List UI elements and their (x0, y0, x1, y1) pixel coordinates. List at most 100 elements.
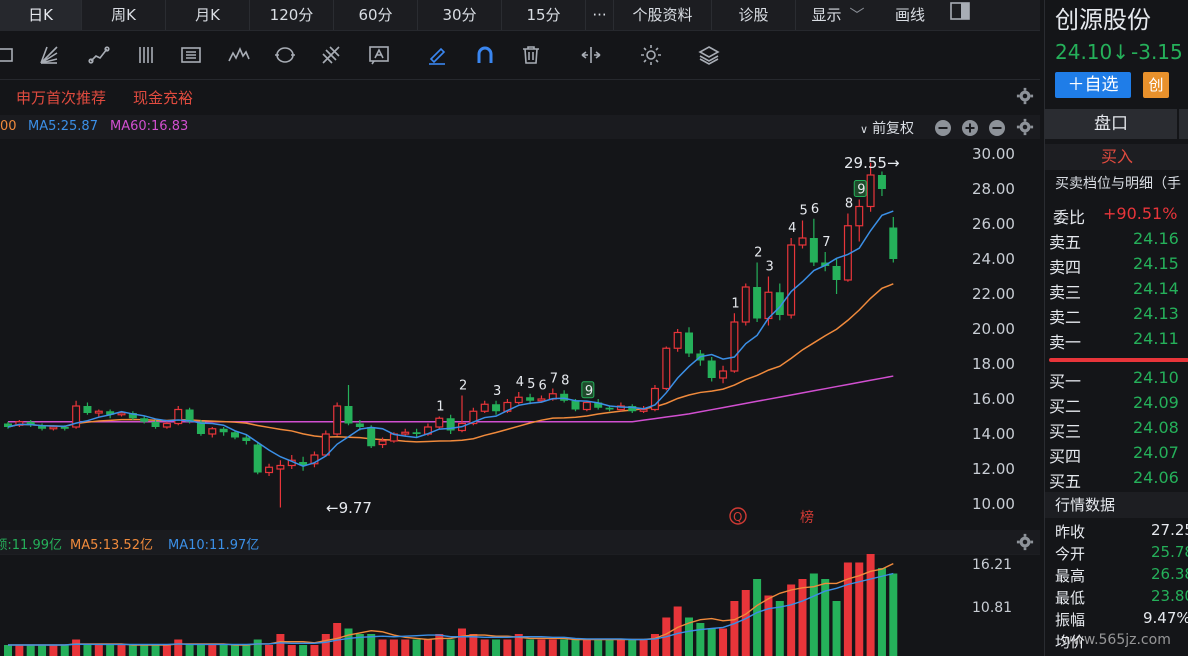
candle-body (889, 227, 898, 259)
fibonacci-icon[interactable] (316, 41, 346, 69)
text-annotation-icon[interactable] (364, 41, 394, 69)
candle-body (333, 405, 342, 435)
candle-body (117, 412, 126, 416)
tab-120min[interactable]: 120分 (250, 0, 334, 30)
zoom-plus-icon[interactable] (961, 119, 979, 141)
stock-change: -3.15 (1131, 40, 1183, 64)
candle-body (514, 396, 523, 404)
order-detail-heading: 买卖档位与明细（手 (1055, 176, 1181, 192)
price-tick: 30.00 (972, 145, 1015, 163)
seq-label-b: 1 (731, 296, 739, 311)
volume-chart[interactable]: 16.21 10.81 (0, 554, 1040, 656)
collapse-icon[interactable] (988, 119, 1006, 141)
wave-pattern-icon[interactable] (224, 41, 254, 69)
split-view-icon[interactable] (576, 41, 606, 69)
pointer-tool-icon[interactable] (0, 41, 22, 69)
volume-bar (889, 573, 898, 656)
tab-order-book[interactable]: 盘口 (1045, 109, 1177, 139)
volume-bar (49, 645, 58, 656)
volume-bar (798, 579, 807, 656)
seq-label-a: 1 (436, 400, 444, 415)
volume-bar (344, 628, 353, 656)
price-tick: 28.00 (972, 180, 1015, 198)
volume-amount: 额:11.99亿 (0, 538, 62, 553)
candle-body (639, 408, 648, 412)
adjust-dropdown[interactable]: ∨ 前复权 (860, 118, 914, 138)
order-row-buy2: 买二 24.09 (1049, 393, 1188, 417)
seq-label-b: 2 (754, 246, 762, 261)
candle-body (162, 422, 171, 428)
volume-bar (764, 595, 773, 656)
weibi-value: +90.51% (1103, 204, 1178, 223)
candle-body (798, 237, 807, 246)
tab-stock-profile[interactable]: 个股资料 (614, 0, 712, 30)
trash-icon[interactable] (516, 41, 546, 69)
q-marker[interactable]: Q (733, 510, 742, 524)
order-price: 24.11 (1133, 329, 1179, 348)
candle-body (526, 397, 535, 401)
cycle-icon[interactable] (270, 41, 300, 69)
candle-body (83, 406, 92, 413)
order-price: 24.10 (1133, 368, 1179, 387)
order-label: 卖二 (1049, 308, 1082, 327)
volume-bar (639, 639, 648, 656)
pen-icon[interactable] (422, 41, 452, 69)
fan-lines-icon[interactable] (34, 41, 64, 69)
chart-settings-gear-icon[interactable] (1016, 118, 1034, 140)
seq-label-a: 8 (561, 373, 569, 388)
bang-marker[interactable]: 榜 (800, 509, 814, 526)
parallel-lines-icon[interactable] (132, 41, 162, 69)
order-row-buy5: 买五 24.06 (1049, 468, 1188, 492)
order-price: 24.14 (1133, 279, 1179, 298)
price-tick: 18.00 (972, 355, 1015, 373)
volume-bar (503, 639, 512, 656)
volume-bar (15, 645, 24, 656)
gann-box-icon[interactable] (176, 41, 206, 69)
tag-settings-gear-icon[interactable] (1016, 87, 1034, 109)
panel-toggle-icon[interactable] (940, 0, 980, 30)
layers-icon[interactable] (694, 41, 724, 69)
market-data-heading: 行情数据 (1045, 492, 1188, 518)
tag-recommend[interactable]: 申万首次推荐 (16, 87, 106, 108)
ma-legend-row: 00 MA5:25.87 MA60:16.83 ∨ 前复权 (0, 115, 1040, 139)
candle-body (730, 321, 739, 372)
volume-bar (321, 634, 330, 656)
ma60-value: MA60:16.83 (110, 119, 189, 134)
tab-diagnose[interactable]: 诊股 (712, 0, 796, 30)
tab-30min[interactable]: 30分 (418, 0, 502, 30)
tag-cash-rich[interactable]: 现金充裕 (133, 87, 193, 108)
settings-gear-icon[interactable] (636, 41, 666, 69)
seq-label-a: 3 (493, 384, 501, 399)
trend-line-icon[interactable] (84, 41, 114, 69)
candle-body (94, 410, 103, 414)
price-tick: 12.00 (972, 460, 1015, 478)
candle-body (809, 238, 818, 263)
tab-60min[interactable]: 60分 (334, 0, 418, 30)
tab-month-k[interactable]: 月K (166, 0, 250, 30)
candle-body (764, 291, 773, 320)
add-watchlist-button[interactable]: ＋自选 (1055, 72, 1131, 98)
buy-button[interactable]: 买入 (1045, 144, 1188, 170)
seq-label-a: 6 (538, 379, 546, 394)
order-book-divider (1049, 358, 1188, 362)
order-price: 24.08 (1133, 418, 1179, 437)
display-dropdown[interactable]: 显示 ﹀ (796, 0, 880, 30)
zoom-minus-icon[interactable] (934, 119, 952, 141)
candle-body (685, 332, 693, 354)
volume-settings-gear-icon[interactable] (1016, 533, 1034, 555)
volume-bar (265, 645, 274, 656)
candle-body (60, 427, 69, 429)
more-periods-button[interactable]: ··· (586, 0, 614, 30)
market-label: 最高 (1055, 567, 1086, 585)
volume-bar (435, 634, 444, 656)
high-annotation: 29.55→ (844, 154, 900, 172)
candlestick-chart[interactable]: 30.00 28.00 26.00 24.00 22.00 20.00 18.00 16.00… (0, 140, 1040, 530)
volume-bar (560, 639, 569, 656)
tab-15min[interactable]: 15分 (502, 0, 586, 30)
tab-week-k[interactable]: 周K (82, 0, 166, 30)
volume-bar (60, 645, 69, 656)
tab-draw-line[interactable]: 画线 (880, 0, 940, 30)
tab-day-k[interactable]: 日K (0, 0, 82, 30)
volume-bar (253, 639, 262, 656)
magnet-icon[interactable] (470, 41, 500, 69)
